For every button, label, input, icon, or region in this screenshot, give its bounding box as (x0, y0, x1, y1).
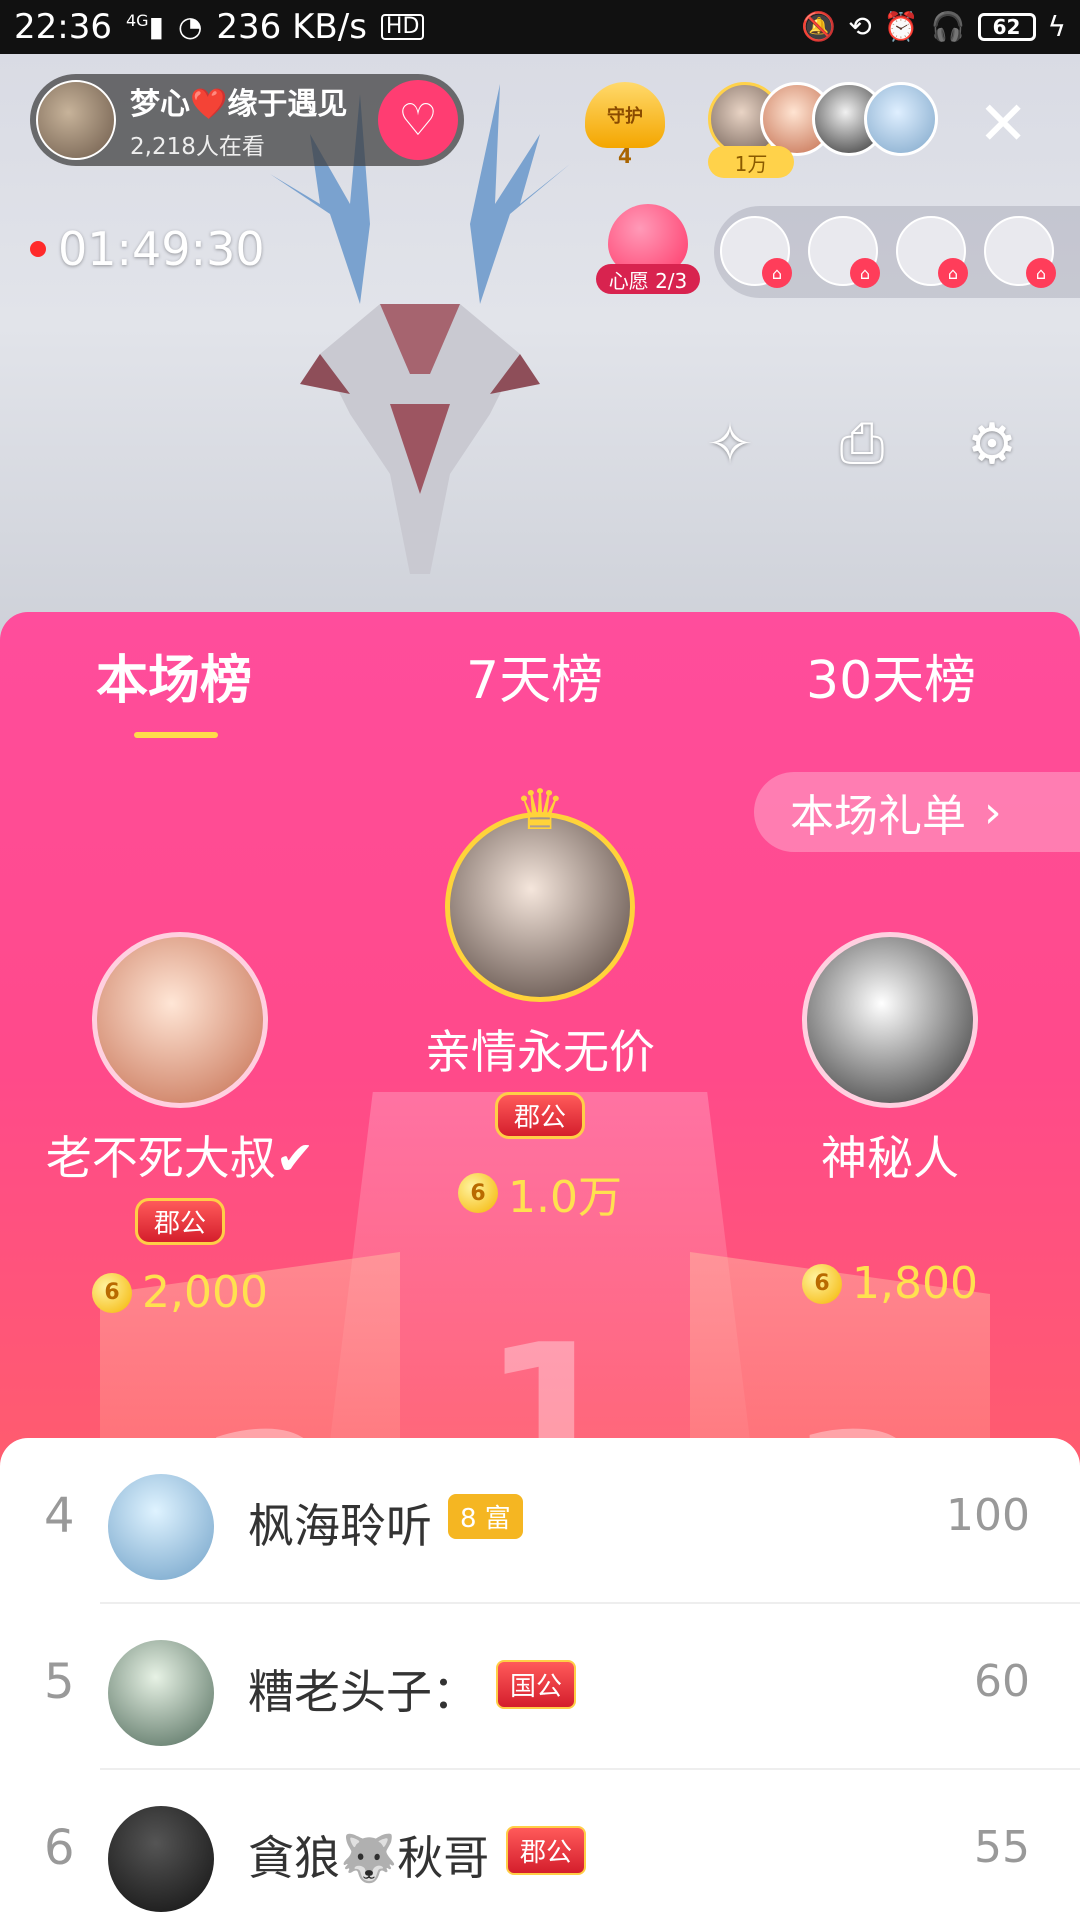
mute-icon: 🔕 (801, 10, 837, 43)
coin-icon: 6 (458, 1173, 498, 1213)
close-icon[interactable]: ✕ (978, 94, 1028, 154)
user-avatar[interactable] (108, 1474, 214, 1580)
tab-7-days[interactable]: 7天榜 (466, 638, 603, 713)
rank-badge: 国公 (496, 1660, 577, 1709)
rank-number: 6 (44, 1820, 75, 1876)
gift-list-button[interactable]: 本场礼单 › (754, 772, 1080, 852)
host-avatar[interactable] (36, 80, 116, 160)
charging-icon: ϟ (1047, 10, 1066, 43)
rank-number: 5 (44, 1654, 75, 1710)
heart-plus-icon: ♡ (398, 94, 438, 146)
tab-30-days[interactable]: 30天榜 (806, 638, 976, 713)
sofa-icon: ⌂ (938, 258, 968, 288)
guard-badge[interactable]: 守护 4 (580, 82, 670, 182)
winner-coins: 6 2,000 (20, 1267, 340, 1318)
settings-gear-icon[interactable]: ⚙ (952, 404, 1032, 484)
top-viewers[interactable]: 1万 (708, 82, 938, 182)
viewer-avatar[interactable] (864, 82, 938, 156)
gift-list-label: 本场礼单 (790, 791, 966, 842)
guard-label: 守护 (607, 106, 643, 127)
rank-badge: 郡公 (506, 1826, 587, 1875)
coin-icon: 6 (92, 1272, 133, 1313)
score-value: 100 (946, 1490, 1030, 1541)
hd-icon: HD (380, 14, 425, 40)
follow-button[interactable]: ♡ (378, 80, 458, 160)
guest-seat[interactable]: ⌂ (984, 216, 1056, 288)
user-avatar[interactable] (108, 1640, 214, 1746)
winner-name: 老不死大叔✔ (45, 1131, 315, 1185)
rank-badge: 郡公 (134, 1198, 225, 1245)
guest-seats: ⌂ ⌂ ⌂ ⌂ (714, 206, 1080, 298)
beauty-wand-icon[interactable]: ✧ (690, 404, 770, 484)
network-speed: 236 KB/s (216, 7, 367, 47)
status-bar: 22:36 4G▮ ◔ 236 KB/s HD 🔕 ⟲ ⏰ 🎧 62 ϟ (0, 0, 1080, 54)
live-timer: 01:49:30 (30, 222, 265, 276)
guest-seat[interactable]: ⌂ (808, 216, 880, 288)
sofa-icon: ⌂ (762, 258, 792, 288)
crown-icon: 守护 (585, 82, 665, 148)
guest-seat[interactable]: ⌂ (896, 216, 968, 288)
signal-icon: 4G▮ (125, 10, 164, 43)
recording-dot-icon (30, 241, 46, 257)
coin-icon: 6 (802, 1263, 843, 1304)
wifi-icon: ◔ (177, 10, 203, 43)
user-avatar[interactable] (108, 1806, 214, 1912)
live-stream-view: 梦心❤️缘于遇见 2,218人在看 ♡ 守护 4 1万 ✕ 01:49:30 心… (0, 54, 1080, 654)
host-info-pill[interactable]: 梦心❤️缘于遇见 2,218人在看 ♡ (30, 74, 464, 166)
ranking-list: 4 枫海聆听 8 富 100 5 糟老头子： 国公 60 6 貪狼🐺秋哥 郡公 … (0, 1438, 1080, 1920)
wealth-badge: 8 富 (448, 1494, 523, 1539)
camera-flip-icon[interactable]: ⎙ (822, 404, 902, 484)
alarm-icon: ⏰ (883, 10, 919, 43)
winner-name: 神秘人 (821, 1131, 959, 1185)
sofa-icon: ⌂ (1026, 258, 1056, 288)
winner-coins: 6 1,800 (730, 1258, 1050, 1309)
sofa-icon: ⌂ (850, 258, 880, 288)
user-name: 枫海聆听 (248, 1499, 432, 1553)
winner-rank-3[interactable]: 神秘人 6 1,800 (730, 932, 1050, 1309)
winner-avatar[interactable] (802, 932, 978, 1108)
score-value: 60 (974, 1656, 1030, 1707)
battery-icon: 62 (977, 13, 1036, 41)
viewer-count: 2,218人在看 (130, 134, 265, 160)
guard-count: 4 (618, 144, 632, 168)
wish-label: 心愿 2/3 (596, 264, 700, 294)
wish-badge[interactable]: 心愿 2/3 (596, 204, 700, 308)
winner-rank-1[interactable]: ♛ 亲情永无价 郡公 6 1.0万 (380, 778, 700, 1225)
winner-name: 亲情永无价 (425, 1025, 655, 1079)
winner-avatar[interactable] (92, 932, 268, 1108)
host-name: 梦心❤️缘于遇见 (130, 87, 348, 122)
tab-current-session[interactable]: 本场榜 (96, 638, 252, 713)
score-value: 55 (974, 1822, 1030, 1873)
status-time: 22:36 (14, 7, 112, 47)
coin-value: 1.0万 (508, 1172, 622, 1223)
user-name: 糟老头子： (248, 1665, 478, 1719)
headphones-icon: 🎧 (930, 10, 966, 43)
coin-value: 1,800 (852, 1258, 978, 1309)
lock-rotation-icon: ⟲ (848, 10, 872, 43)
ranking-tabs: 本场榜 7天榜 30天榜 (0, 638, 1080, 748)
guest-seat[interactable]: ⌂ (720, 216, 792, 288)
list-item[interactable]: 6 貪狼🐺秋哥 郡公 55 (0, 1770, 1080, 1920)
list-item[interactable]: 5 糟老头子： 国公 60 (0, 1604, 1080, 1770)
rank-number: 4 (44, 1488, 75, 1544)
battery-level: 62 (992, 15, 1021, 39)
timer-text: 01:49:30 (58, 222, 265, 276)
winner-rank-2[interactable]: 老不死大叔✔ 郡公 6 2,000 (20, 932, 340, 1318)
winner-coins: 6 1.0万 (380, 1161, 700, 1225)
rank-badge: 郡公 (494, 1092, 585, 1139)
chevron-right-icon: › (984, 786, 1002, 838)
coin-value: 2,000 (142, 1267, 268, 1318)
active-tab-indicator (134, 732, 218, 738)
list-item[interactable]: 4 枫海聆听 8 富 100 (0, 1438, 1080, 1604)
crown-icon: ♛ (514, 778, 566, 843)
top-viewer-badge: 1万 (708, 146, 794, 178)
user-name: 貪狼🐺秋哥 (248, 1831, 490, 1885)
